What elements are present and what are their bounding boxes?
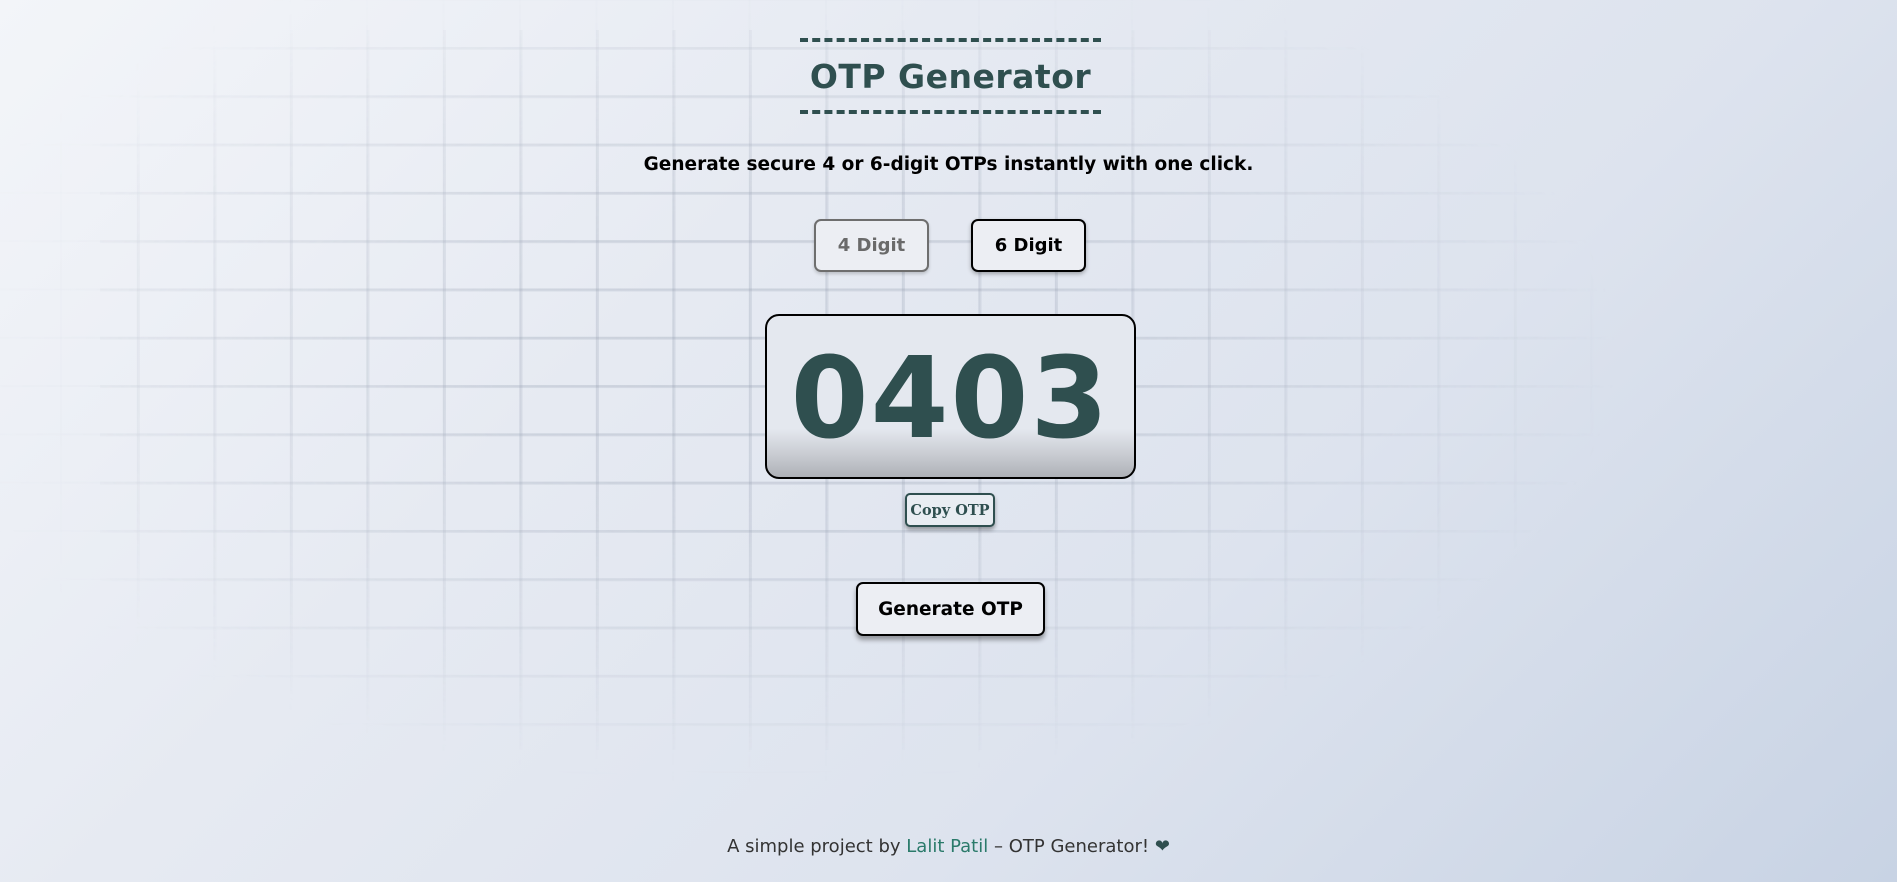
footer-suffix: – OTP Generator!: [993, 836, 1150, 857]
four-digit-button[interactable]: 4 Digit: [814, 219, 929, 272]
author-link[interactable]: Lalit Patil: [906, 836, 988, 857]
six-digit-button[interactable]: 6 Digit: [971, 219, 1086, 272]
heart-icon: ❤: [1154, 836, 1170, 857]
title-banner: OTP Generator: [800, 38, 1101, 114]
generate-otp-button[interactable]: Generate OTP: [856, 582, 1045, 636]
otp-value: 0403: [790, 333, 1111, 464]
page-subtitle: Generate secure 4 or 6-digit OTPs instan…: [643, 154, 1254, 175]
footer-prefix: A simple project by: [727, 836, 901, 857]
page-title: OTP Generator: [809, 56, 1092, 96]
copy-otp-button[interactable]: Copy OTP: [905, 493, 995, 527]
footer: A simple project by Lalit Patil – OTP Ge…: [0, 836, 1897, 857]
otp-display: 0403: [765, 314, 1136, 479]
